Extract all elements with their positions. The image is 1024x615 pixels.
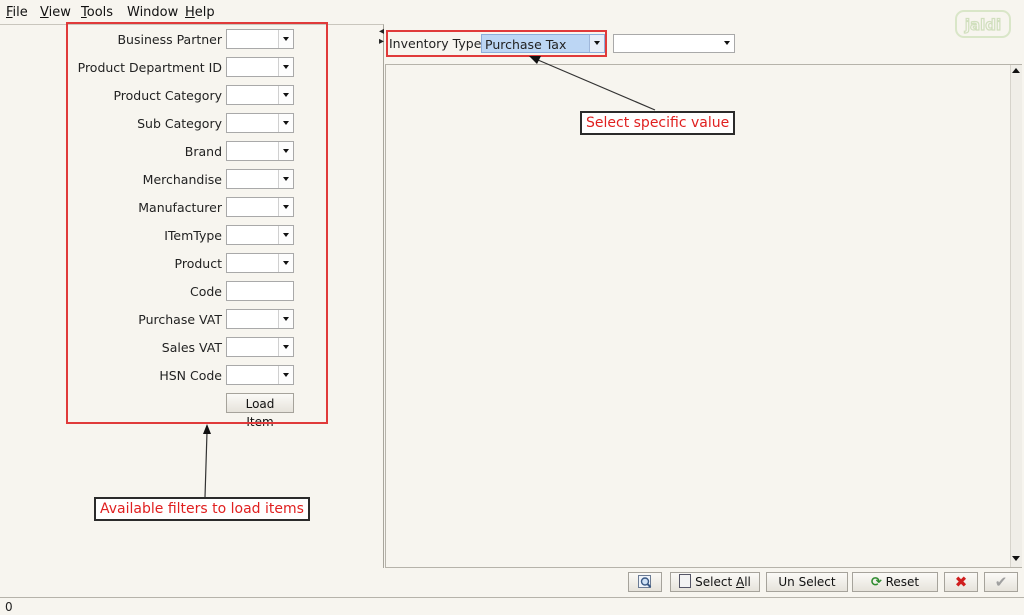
scroll-down-icon[interactable] <box>1012 556 1020 561</box>
inventory-type-label: Inventory Type <box>389 36 482 51</box>
vertical-scrollbar[interactable] <box>1010 65 1022 567</box>
unselect-button[interactable]: Un Select <box>766 572 848 592</box>
scroll-up-icon[interactable] <box>1012 68 1020 73</box>
reset-icon: ⟳ <box>870 575 882 590</box>
cancel-button[interactable]: ✖ <box>944 572 978 592</box>
red-x-icon: ✖ <box>954 573 968 591</box>
menu-file[interactable]: File <box>6 5 28 20</box>
status-text: 0 <box>5 600 13 614</box>
status-bar <box>0 597 1024 615</box>
ok-button[interactable]: ✔ <box>984 572 1018 592</box>
zoom-button[interactable] <box>628 572 662 592</box>
chevron-down-icon[interactable] <box>589 35 604 52</box>
menu-view[interactable]: View <box>40 5 71 20</box>
zoom-icon <box>638 575 652 588</box>
menu-help[interactable]: Help <box>185 5 215 20</box>
reset-button[interactable]: ⟳ Reset <box>852 572 938 592</box>
filters-callout: Available filters to load items <box>94 497 310 521</box>
select-all-button[interactable]: Select All <box>670 572 760 592</box>
menu-window[interactable]: Window <box>127 5 178 20</box>
splitter-handle-arrow[interactable]: ▸ <box>379 36 384 47</box>
filters-highlight-box <box>66 22 328 424</box>
items-list-area[interactable] <box>385 64 1022 568</box>
logo-text: jaldi <box>964 16 1001 34</box>
menu-bar: File View Tools Window Help <box>0 0 1024 24</box>
jaldi-logo: jaldi <box>955 10 1011 38</box>
chevron-down-icon[interactable] <box>720 35 734 52</box>
select-callout: Select specific value <box>580 111 736 135</box>
inventory-type-value: Purchase Tax <box>485 37 567 52</box>
inventory-value-dropdown[interactable] <box>613 34 735 53</box>
select-arrow-head <box>529 56 541 64</box>
checkmark-icon: ✔ <box>994 573 1008 591</box>
inventory-type-dropdown[interactable]: Purchase Tax <box>481 34 605 53</box>
menu-tools[interactable]: Tools <box>81 5 113 20</box>
select-all-icon <box>679 574 692 588</box>
